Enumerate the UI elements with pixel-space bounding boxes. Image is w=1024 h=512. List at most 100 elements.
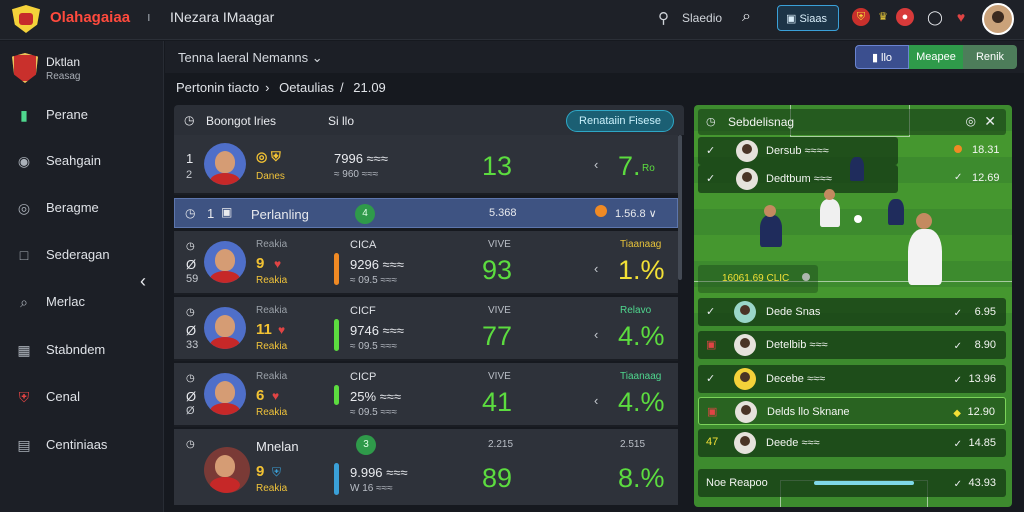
scrollbar[interactable] [678,135,682,280]
location-label[interactable]: Slaedio [682,11,722,25]
segment-meapee[interactable]: Meapee [909,45,963,69]
clock-icon: ◷ [186,307,195,318]
selected-row[interactable]: ◷ 1 ▣ Perlanling 4 5.368 1.56.8 ∨ [174,198,678,228]
table-row[interactable]: ◷ Ø 33 Reakia 11 ♥ Reakia CICF 9746 ≈≈≈ … [174,297,678,361]
stat-sub: ≈ 09.5 ≈≈≈ [350,407,397,418]
pitch-header: ◷ Sebdelisnag ◎ ✕ [698,109,1006,135]
segment-label: llo [881,52,893,64]
shield-icon: ⛨ [18,389,30,405]
player-team: Reakia [256,483,288,494]
right-value: 1.% [618,255,665,285]
close-icon[interactable]: ✕ [984,113,996,130]
clock-icon: ◷ [186,373,195,384]
table-row[interactable]: ◷ Ø Ø Reakia 6 ♥ Reakia CICP 25% ≈≈≈ ≈ 0… [174,363,678,427]
status-badge: 3 [356,435,376,455]
clock-icon: ◷ [186,439,195,450]
logo-icon [12,5,40,33]
breadcrumb-item[interactable]: Oetaulias [279,80,334,95]
event-name: Decebe ≈≈≈ [766,373,826,385]
event-value: 18.31 [972,144,1000,156]
heart-icon: ♥ [274,257,282,271]
event-item[interactable]: Noe Reapoo ✓ 43.93 [698,469,1006,497]
event-value: 14.85 [968,437,996,449]
event-item[interactable]: ✓ Decebe ≈≈≈ ✓ 13.96 [698,365,1006,393]
player-team: Danes [256,171,285,182]
collapse-sidebar-chevron-icon[interactable]: ‹ [140,271,146,292]
sidebar-item-perane[interactable]: ▮ Perane [0,97,164,133]
chevron-left-icon: ‹ [594,157,599,172]
filter-pill[interactable]: Renataiin Fisese [566,110,674,132]
notification-icon[interactable]: ♥ [952,8,970,26]
chevron-left-icon: ‹ [594,393,599,408]
settings-icon[interactable]: ◎ [966,114,976,128]
player-figure [850,157,864,181]
event-name: Detelbib ≈≈≈ [766,339,828,351]
segment-llo[interactable]: ▮ llo [855,45,909,69]
search-icon: ⌕ [20,294,28,310]
player-head [764,205,776,217]
row-label: Mnelan [256,439,299,454]
check-icon: ✓ [706,145,716,157]
table-row[interactable]: ◷ Ø 59 Reakia 9 ♥ Reakia CICA 9296 ≈≈≈ ≈… [174,231,678,295]
rating-label: VIVE [488,371,511,382]
shield-icon: ⛨ [272,465,282,479]
right-label: Tiaanaag [620,371,662,382]
check-icon: ✓ [953,439,962,450]
stat-value: 9.996 ≈≈≈ [350,465,408,480]
match-pitch-panel: ◷ Sebdelisnag ◎ ✕ ✓ Dersub ≈≈≈≈ 18.31 ✓ … [694,105,1012,507]
chat-icon[interactable]: ◯ [926,8,944,26]
club-icon[interactable]: ⛨ [852,8,870,26]
view-dropdown[interactable]: Tenna laeral Nemanns ⌄ [178,50,323,66]
top-bar: Olahagaiaa ı INezara IMaagar ⚲ Slaedio ⌕… [0,0,1024,40]
event-item[interactable]: ✓ Dede Snas ✓ 6.95 [698,298,1006,326]
row-right[interactable]: 1.56.8 ∨ [615,207,657,220]
rating-value: 93 [482,255,513,285]
sidebar-item-seahgain[interactable]: ◉ Seahgain [0,143,164,179]
title-separator: ı [147,9,151,24]
player-score: 9 [256,255,265,272]
search-icon[interactable]: ⌕ [742,8,751,26]
event-item[interactable]: 47 Deede ≈≈≈ ✓ 14.85 [698,429,1006,457]
user-avatar[interactable] [982,3,1014,35]
right-value: 4.% [618,387,665,417]
stat-code: CICF [350,305,376,317]
event-name: 16061.69 CLIC [722,273,790,284]
event-item-selected[interactable]: ▣ Delds llo Sknane ◆ 12.90 [698,397,1006,425]
segment-renik[interactable]: Renik [963,45,1017,69]
event-banner: 16061.69 CLIC [698,265,818,293]
check-icon: ✓ [953,479,962,490]
globe-icon: ◎ [17,200,31,216]
position-label: Reakia [256,239,288,250]
event-item[interactable]: ✓ Dedtbum ≈≈≈ [698,165,898,193]
sidebar-item-cenal[interactable]: ⛨ Cenal [0,379,164,415]
breadcrumb-sep: › [265,80,270,95]
event-item[interactable]: ✓ Dersub ≈≈≈≈ [698,137,898,165]
sidebar-item-stabndem[interactable]: ▦ Stabndem [0,332,164,368]
event-item[interactable]: ▣ Detelbib ≈≈≈ ✓ 8.90 [698,331,1006,359]
trophy-icon[interactable]: ♛ [874,8,892,26]
alert-icon[interactable]: ● [896,8,914,26]
right-value: 8.% [618,463,665,493]
breadcrumb: Pertonin tiacto › Oetaulias / 21.09 [176,80,392,95]
check-icon: ✓ [706,373,716,385]
location-icon[interactable]: ⚲ [658,9,669,27]
sidebar-item-beragme[interactable]: ◎ Beragme [0,190,164,226]
player-face [736,168,758,190]
stat-sub: W 16 ≈≈≈ [350,483,393,494]
rating-value: 77 [482,321,513,351]
table-row[interactable]: 1 2 ◎ ⛨ Danes 7996 ≈≈≈ ≈ 960 ≈≈≈ 13 ‹ 7.… [174,135,678,195]
breadcrumb-item[interactable]: Pertonin tiacto [176,80,259,95]
sidebar-item-centiniaas[interactable]: ▤ Centiniaas [0,427,164,463]
right-label: 2.515 [620,439,646,450]
player-team: Reakia [256,341,288,352]
right-label: Relavo [620,305,652,316]
top-action-button[interactable]: ▣ Siaas [777,5,839,31]
user-icon: ◉ [17,153,31,169]
sidebar-item-label: Seahgain [46,153,101,168]
sidebar-header[interactable]: Dktlan Reasag [12,53,162,85]
sidebar-item-sederagan[interactable]: □ Sederagan [0,237,164,273]
table-row[interactable]: ◷ 9 ⛨ Reakia Mnelan 3 9.996 ≈≈≈ W 16 ≈≈≈… [174,429,678,505]
club-subtitle: Reasag [46,71,81,82]
ball-icon [854,215,862,223]
form-gauge [334,385,339,405]
